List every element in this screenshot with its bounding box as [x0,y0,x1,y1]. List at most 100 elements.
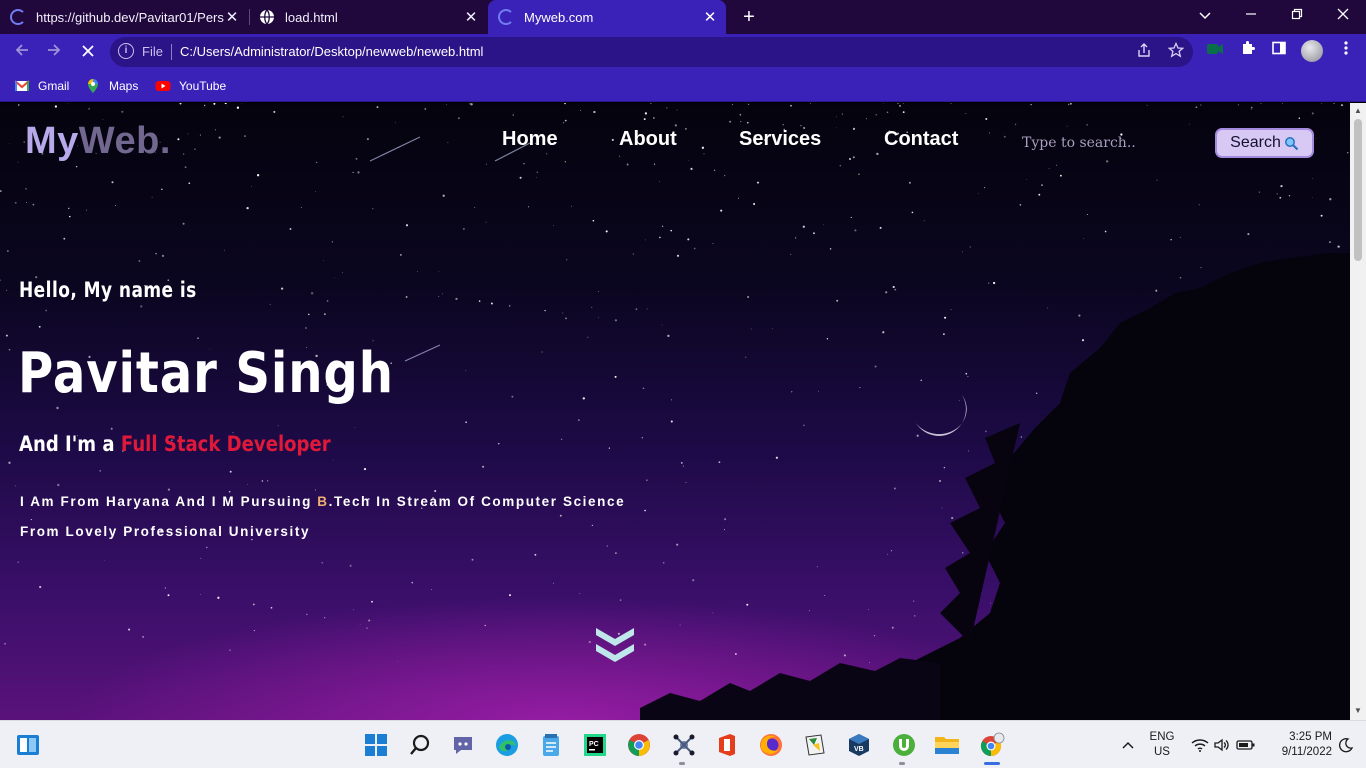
firefox-icon[interactable] [757,731,785,759]
tab-separator [249,9,250,25]
omnibox-divider [171,44,172,60]
language-line2: US [1154,746,1170,758]
bookmark-label: YouTube [179,79,227,93]
youtube-icon [155,78,171,94]
hero-description: I Am From Haryana And I M Pursuing B.Tec… [20,487,680,547]
scroll-down-arrow-icon[interactable]: ▼ [1353,706,1363,716]
bookmark-label: Maps [109,79,139,93]
show-hidden-icons-chevron-icon[interactable] [1114,731,1142,759]
focus-assist-moon-icon[interactable] [1332,731,1360,759]
running-indicator [899,762,905,765]
back-button[interactable] [8,38,36,66]
utorrent-icon[interactable] [890,731,918,759]
restore-button[interactable] [1274,0,1320,30]
language-line1: ENG [1149,731,1175,743]
running-indicator [984,762,1000,765]
bookmarks-bar: Gmail Maps YouTube [0,70,1366,102]
desc-part2: .Tech In Stream Of Computer Science [328,494,626,509]
loading-spinner-icon [498,9,514,25]
search-button[interactable]: Search [1215,128,1314,158]
profile-avatar[interactable] [1301,40,1323,62]
scroll-down-chevron-icon[interactable] [594,626,636,664]
clock[interactable]: 3:25 PM 9/11/2022 [1262,730,1332,760]
page-viewport: MyWeb. Home About Services Contact Searc… [0,103,1350,720]
hero-role: And I'm a Full Stack Developer [19,432,331,456]
desc-part1: I Am From Haryana And I M Pursuing [20,494,318,509]
site-info-icon[interactable]: i [118,43,134,59]
close-window-button[interactable] [1320,0,1366,30]
globe-icon [259,9,275,25]
bookmark-maps[interactable]: Maps [85,77,138,95]
search-input[interactable] [1022,131,1202,155]
start-icon[interactable] [362,731,390,759]
more-menu-icon[interactable] [1334,40,1358,64]
magnifier-icon [1284,136,1299,151]
close-tab-icon[interactable]: ✕ [224,8,240,26]
side-panel-icon[interactable] [1267,40,1291,64]
maps-pin-icon [85,78,101,94]
tree-silhouette [640,253,1350,720]
edge-icon[interactable] [493,731,521,759]
svg-text:VB: VB [854,746,864,753]
browser-toolbar: i File C:/Users/Administrator/Desktop/ne… [0,34,1366,70]
teams-chat-icon[interactable] [449,731,477,759]
bookmark-star-icon[interactable] [1166,41,1186,62]
tab-title: https://github.dev/Pavitar01/Pers [36,9,224,25]
share-icon[interactable] [1134,42,1154,62]
new-tab-button[interactable]: + [737,4,761,30]
close-tab-icon[interactable]: ✕ [463,8,479,26]
notepad-icon[interactable] [537,731,565,759]
forward-button[interactable] [40,38,68,66]
bluestacks-icon[interactable] [801,731,829,759]
extensions-puzzle-icon[interactable] [1236,40,1260,64]
file-explorer-icon[interactable] [933,731,961,759]
tab-title: Myweb.com [524,9,594,25]
url-text[interactable]: C:/Users/Administrator/Desktop/newweb/ne… [180,44,483,59]
tab-search-button[interactable] [1182,0,1228,30]
page-scrollbar[interactable]: ▲ ▼ [1350,103,1366,720]
hero-name: Pavitar Singh [18,341,394,406]
scroll-thumb[interactable] [1354,119,1362,261]
meet-extension-icon[interactable] [1203,40,1227,64]
hero-greeting: Hello, My name is [19,278,197,302]
tab-myweb[interactable]: Myweb.com ✕ [488,0,726,34]
drone-app-icon[interactable] [670,731,698,759]
language-indicator[interactable]: ENG US [1146,730,1178,760]
widgets-icon[interactable] [14,731,42,759]
clock-date: 9/11/2022 [1281,746,1332,758]
clock-time: 3:25 PM [1289,731,1332,743]
role-prefix: And I'm a [19,432,121,456]
search-icon[interactable] [406,731,434,759]
tab-github-dev[interactable]: https://github.dev/Pavitar01/Pers ✕ [10,0,248,34]
pycharm-icon[interactable]: PC [581,731,609,759]
search-button-label: Search [1230,134,1281,151]
stop-loading-button[interactable] [74,38,102,66]
tab-load-html[interactable]: load.html ✕ [259,0,487,34]
office-icon[interactable] [713,731,741,759]
minimize-button[interactable] [1228,0,1274,30]
virtualbox-icon[interactable]: VB [845,731,873,759]
battery-icon[interactable] [1232,731,1260,759]
logo-part-my: My [25,120,79,162]
loading-spinner-icon [10,9,26,25]
running-indicator [679,762,685,765]
gmail-icon [14,78,30,94]
chrome-icon[interactable] [625,731,653,759]
chrome-canary-icon[interactable] [978,731,1006,759]
close-tab-icon[interactable]: ✕ [702,8,718,26]
address-bar[interactable]: i File C:/Users/Administrator/Desktop/ne… [110,37,1193,67]
nav-services[interactable]: Services [739,128,821,151]
site-logo[interactable]: MyWeb. [25,120,171,163]
role-highlight: Full Stack Developer [120,432,331,456]
bookmark-label: Gmail [38,79,70,93]
svg-text:PC: PC [589,741,599,748]
bookmark-gmail[interactable]: Gmail [14,77,69,95]
nav-contact[interactable]: Contact [884,128,958,151]
tab-strip: https://github.dev/Pavitar01/Pers ✕ load… [0,0,1366,34]
desc-line2: From Lovely Professional University [20,524,311,539]
scroll-up-arrow-icon[interactable]: ▲ [1353,106,1363,116]
nav-about[interactable]: About [619,128,677,151]
url-scheme-label: File [142,44,163,59]
nav-home[interactable]: Home [502,128,558,151]
bookmark-youtube[interactable]: YouTube [155,77,226,95]
